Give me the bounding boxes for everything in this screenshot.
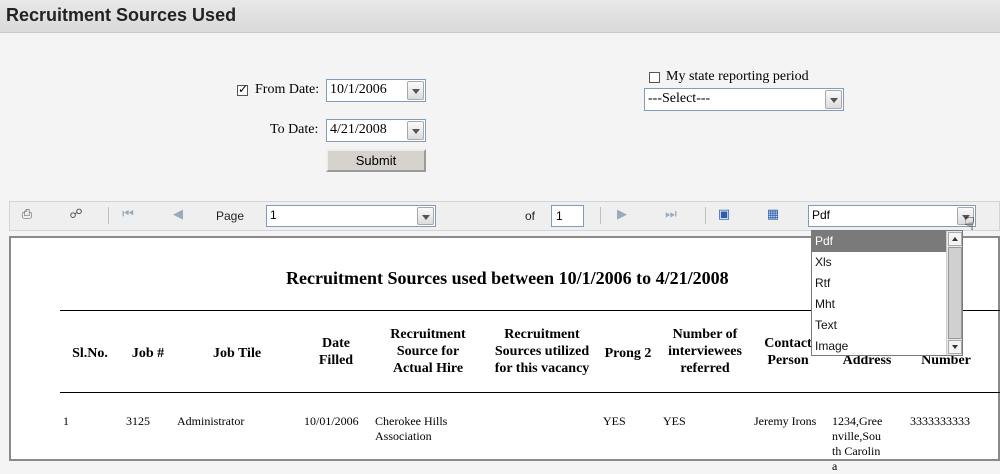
toolbar-separator xyxy=(705,207,706,224)
column-header-source-actual: Recruitment Source for Actual Hire xyxy=(390,327,466,376)
dropdown-option[interactable]: Text xyxy=(812,315,946,336)
cell-job-title: Administrator xyxy=(177,414,245,428)
from-date-picker[interactable]: 10/1/2006 xyxy=(326,79,426,102)
state-period-select-value: ---Select--- xyxy=(648,91,711,106)
print-preview-icon[interactable]: ☍ xyxy=(66,205,86,225)
page-title: Recruitment Sources Used xyxy=(6,5,237,25)
toolbar-separator xyxy=(108,207,109,224)
export-format-value: Pdf xyxy=(812,208,831,222)
to-date-label: To Date: xyxy=(270,122,319,137)
column-header-interviewees: Number of interviewees referred xyxy=(668,327,742,376)
print-icon[interactable]: ⎙ xyxy=(17,205,37,225)
column-header-sl-no: Sl.No. xyxy=(72,346,108,361)
cell-number: 3333333333 xyxy=(910,414,970,428)
state-period-checkbox[interactable] xyxy=(649,72,660,83)
cell-job-no: 3125 xyxy=(126,414,150,428)
of-label: of xyxy=(525,209,536,223)
scroll-down-icon[interactable] xyxy=(948,340,962,354)
column-header-job-title: Job Tile xyxy=(212,346,262,361)
state-period-label: My state reporting period xyxy=(666,69,809,84)
cell-sl-no: 1 xyxy=(63,414,69,428)
previous-page-icon[interactable]: ◀ xyxy=(168,205,188,225)
last-page-icon[interactable]: ⏭ xyxy=(661,205,681,225)
export-format-select[interactable]: Pdf xyxy=(808,205,976,227)
column-header-sources-utilized: Recruitment Sources utilized for this va… xyxy=(494,327,590,376)
hand-cursor-icon: ☟ xyxy=(964,214,975,235)
chevron-down-icon[interactable] xyxy=(407,121,424,140)
dropdown-scrollbar[interactable] xyxy=(946,231,962,355)
export-icon[interactable]: ▦ xyxy=(763,205,783,225)
chevron-down-icon[interactable] xyxy=(825,90,842,109)
header-bottom-rule xyxy=(60,392,1000,393)
cell-contact: Jeremy Irons xyxy=(754,414,817,428)
save-icon[interactable]: ▣ xyxy=(714,205,734,225)
scroll-thumb[interactable] xyxy=(948,247,962,339)
dropdown-option[interactable]: Xls xyxy=(812,252,946,273)
cell-address: 1234,Greenville,South Carolina xyxy=(832,414,883,473)
toolbar-separator xyxy=(600,207,601,224)
dropdown-option[interactable]: Image xyxy=(812,336,946,357)
column-header-prong-2: Prong 2 xyxy=(604,346,652,361)
cell-date-filled: 10/01/2006 xyxy=(304,414,359,428)
cell-source-actual: Cherokee Hills Association xyxy=(375,414,448,443)
to-date-picker[interactable]: 4/21/2008 xyxy=(326,119,426,142)
page-select[interactable]: 1 xyxy=(266,205,436,227)
next-page-icon[interactable]: ▶ xyxy=(612,205,632,225)
cell-prong-2: YES xyxy=(603,414,626,428)
report-title: Recruitment Sources used between 10/1/20… xyxy=(286,268,729,288)
column-header-date-filled: Date Filled xyxy=(318,336,354,368)
page-header: Recruitment Sources Used xyxy=(0,0,1000,33)
submit-button[interactable]: Submit xyxy=(326,149,426,172)
column-header-contact: Contact Person xyxy=(764,336,812,368)
scroll-up-icon[interactable] xyxy=(948,232,962,246)
total-pages-field: 1 xyxy=(551,205,584,227)
first-page-icon[interactable]: ⏮ xyxy=(118,205,138,225)
dropdown-option[interactable]: Rtf xyxy=(812,273,946,294)
to-date-value: 4/21/2008 xyxy=(330,122,387,137)
from-date-label: From Date: xyxy=(255,82,320,97)
from-date-value: 10/1/2006 xyxy=(330,82,387,97)
chevron-down-icon[interactable] xyxy=(407,81,424,100)
cell-interviewees: YES xyxy=(663,414,686,428)
from-date-checkbox[interactable] xyxy=(237,82,248,96)
export-format-dropdown[interactable]: Pdf Xls Rtf Mht Text Image xyxy=(811,230,963,356)
dropdown-option[interactable]: Pdf xyxy=(812,231,946,252)
page-select-value: 1 xyxy=(270,208,277,222)
column-header-job-no: Job # xyxy=(131,346,165,361)
dropdown-option[interactable]: Mht xyxy=(812,294,946,315)
chevron-down-icon[interactable] xyxy=(417,207,434,225)
state-period-select[interactable]: ---Select--- xyxy=(644,88,844,111)
page-label: Page xyxy=(216,209,245,223)
